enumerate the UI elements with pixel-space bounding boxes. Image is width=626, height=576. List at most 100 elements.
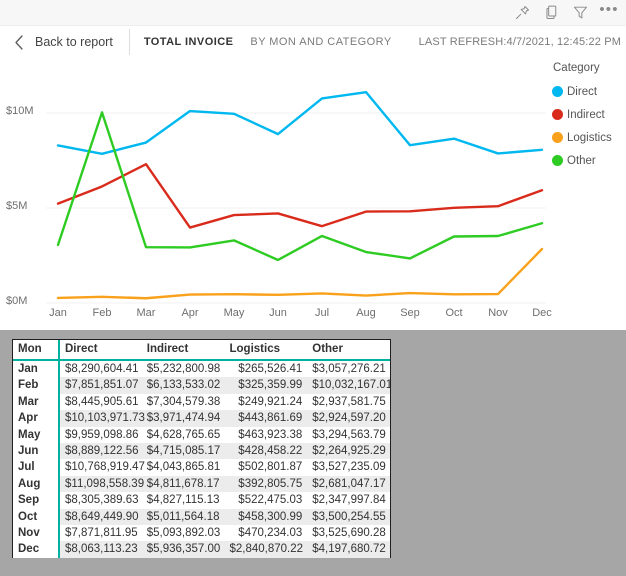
- series-line-other[interactable]: [58, 112, 542, 260]
- x-axis-tick-label: May: [214, 307, 254, 319]
- table-cell-value: $458,300.99: [225, 509, 308, 525]
- data-table-frame[interactable]: MonDirectIndirectLogisticsOther Jan$8,29…: [12, 339, 391, 558]
- table-row[interactable]: Jun$8,889,122.56$4,715,085.17$428,458.22…: [13, 443, 390, 459]
- series-line-direct[interactable]: [58, 92, 542, 154]
- table-cell-value: $6,133,533.02: [142, 377, 225, 393]
- table-cell-value: $3,525,690.28: [307, 525, 390, 541]
- table-cell-value: $470,234.03: [225, 525, 308, 541]
- table-cell-value: $392,805.75: [225, 476, 308, 492]
- table-cell-value: $7,871,811.95: [59, 525, 142, 541]
- back-to-report-button[interactable]: Back to report: [0, 26, 113, 58]
- table-cell-value: $3,057,276.21: [307, 360, 390, 377]
- x-axis-tick-label: Aug: [346, 307, 386, 319]
- line-chart-visual[interactable]: $0M$5M$10M JanFebMarAprMayJunJulAugSepOc…: [0, 58, 626, 330]
- legend-swatch-icon: [552, 155, 563, 166]
- table-cell-month: Oct: [13, 509, 59, 525]
- table-cell-month: Apr: [13, 410, 59, 426]
- legend-title: Category: [552, 62, 626, 74]
- table-cell-value: $5,011,564.18: [142, 509, 225, 525]
- table-cell-month: Aug: [13, 476, 59, 492]
- table-cell-value: $10,032,167.01: [307, 377, 390, 393]
- table-row[interactable]: Dec$8,063,113.23$5,936,357.00$2,840,870.…: [13, 541, 390, 557]
- table-row[interactable]: Mar$8,445,905.61$7,304,579.38$249,921.24…: [13, 394, 390, 410]
- data-table: MonDirectIndirectLogisticsOther Jan$8,29…: [13, 340, 390, 558]
- table-cell-value: $5,093,892.03: [142, 525, 225, 541]
- header-divider: [129, 29, 130, 55]
- table-cell-month: May: [13, 427, 59, 443]
- filter-icon[interactable]: [571, 4, 589, 22]
- more-options-icon[interactable]: •••: [600, 4, 618, 22]
- table-row[interactable]: Jan$8,290,604.41$5,232,800.98$265,526.41…: [13, 360, 390, 377]
- report-page: ••• Back to report TOTAL INVOICE BY MON …: [0, 0, 626, 576]
- x-axis-tick-label: Oct: [434, 307, 474, 319]
- table-cell-value: $8,290,604.41: [59, 360, 142, 377]
- y-axis-tick-label: $5M: [6, 200, 48, 212]
- pin-icon[interactable]: [513, 4, 531, 22]
- table-cell-value: $9,959,098.86: [59, 427, 142, 443]
- toolbar: •••: [0, 0, 626, 26]
- x-axis-tick-label: Jun: [258, 307, 298, 319]
- report-header: Back to report TOTAL INVOICE BY MON AND …: [0, 26, 626, 58]
- table-column-header[interactable]: Other: [307, 340, 390, 360]
- x-axis-tick-label: Sep: [390, 307, 430, 319]
- table-cell-value: $2,924,597.20: [307, 410, 390, 426]
- y-axis-tick-label: $0M: [6, 295, 48, 307]
- more-options-glyph: •••: [599, 5, 618, 20]
- table-cell-value: $8,305,389.63: [59, 492, 142, 508]
- series-line-indirect[interactable]: [58, 164, 542, 227]
- x-axis-tick-label: Nov: [478, 307, 518, 319]
- table-cell-value: $443,861.69: [225, 410, 308, 426]
- table-cell-value: $265,526.41: [225, 360, 308, 377]
- x-axis-tick-label: Apr: [170, 307, 210, 319]
- table-cell-value: $428,458.22: [225, 443, 308, 459]
- legend-item-label: Other: [567, 155, 596, 167]
- back-to-report-label: Back to report: [35, 35, 113, 49]
- chart-canvas: [0, 58, 626, 330]
- table-cell-value: $8,889,122.56: [59, 443, 142, 459]
- table-row[interactable]: Feb$7,851,851.07$6,133,533.02$325,359.99…: [13, 377, 390, 393]
- table-head: MonDirectIndirectLogisticsOther: [13, 340, 390, 360]
- x-axis-tick-label: Mar: [126, 307, 166, 319]
- table-cell-value: $249,921.24: [225, 394, 308, 410]
- legend-item-indirect[interactable]: Indirect: [552, 103, 626, 126]
- table-cell-value: $4,197,680.72: [307, 541, 390, 557]
- table-row[interactable]: Aug$11,098,558.39$4,811,678.17$392,805.7…: [13, 476, 390, 492]
- table-cell-value: $7,851,851.07: [59, 377, 142, 393]
- chevron-left-icon: [13, 34, 26, 51]
- table-cell-value: $522,475.03: [225, 492, 308, 508]
- table-cell-value: $11,098,558.39: [59, 476, 142, 492]
- table-cell-value: $4,043,865.81: [142, 459, 225, 475]
- copy-icon[interactable]: [542, 4, 560, 22]
- table-row[interactable]: May$9,959,098.86$4,628,765.65$463,923.38…: [13, 427, 390, 443]
- last-refresh-label: LAST REFRESH:4/7/2021, 12:45:22 PM: [419, 36, 621, 48]
- table-row[interactable]: Jul$10,768,919.47$4,043,865.81$502,801.8…: [13, 459, 390, 475]
- y-axis-tick-label: $10M: [6, 105, 48, 117]
- table-cell-value: $3,500,254.55: [307, 509, 390, 525]
- legend-item-logistics[interactable]: Logistics: [552, 126, 626, 149]
- x-axis-tick-label: Jul: [302, 307, 342, 319]
- legend-item-other[interactable]: Other: [552, 149, 626, 172]
- table-column-header[interactable]: Direct: [59, 340, 142, 360]
- table-cell-month: Nov: [13, 525, 59, 541]
- table-cell-month: Feb: [13, 377, 59, 393]
- legend-swatch-icon: [552, 86, 563, 97]
- table-cell-month: Sep: [13, 492, 59, 508]
- table-column-header[interactable]: Mon: [13, 340, 59, 360]
- table-cell-month: Jun: [13, 443, 59, 459]
- table-cell-value: $10,768,919.47: [59, 459, 142, 475]
- table-row[interactable]: Oct$8,649,449.90$5,011,564.18$458,300.99…: [13, 509, 390, 525]
- table-cell-value: $4,827,115.13: [142, 492, 225, 508]
- table-cell-value: $8,649,449.90: [59, 509, 142, 525]
- table-row[interactable]: Apr$10,103,971.73$3,971,474.94$443,861.6…: [13, 410, 390, 426]
- table-row[interactable]: Nov$7,871,811.95$5,093,892.03$470,234.03…: [13, 525, 390, 541]
- table-column-header[interactable]: Logistics: [225, 340, 308, 360]
- legend-item-direct[interactable]: Direct: [552, 80, 626, 103]
- table-header-row: MonDirectIndirectLogisticsOther: [13, 340, 390, 360]
- table-cell-value: $4,811,678.17: [142, 476, 225, 492]
- series-line-logistics[interactable]: [58, 249, 542, 298]
- table-panel: MonDirectIndirectLogisticsOther Jan$8,29…: [0, 330, 626, 576]
- table-cell-value: $2,681,047.17: [307, 476, 390, 492]
- table-column-header[interactable]: Indirect: [142, 340, 225, 360]
- table-cell-value: $5,232,800.98: [142, 360, 225, 377]
- table-row[interactable]: Sep$8,305,389.63$4,827,115.13$522,475.03…: [13, 492, 390, 508]
